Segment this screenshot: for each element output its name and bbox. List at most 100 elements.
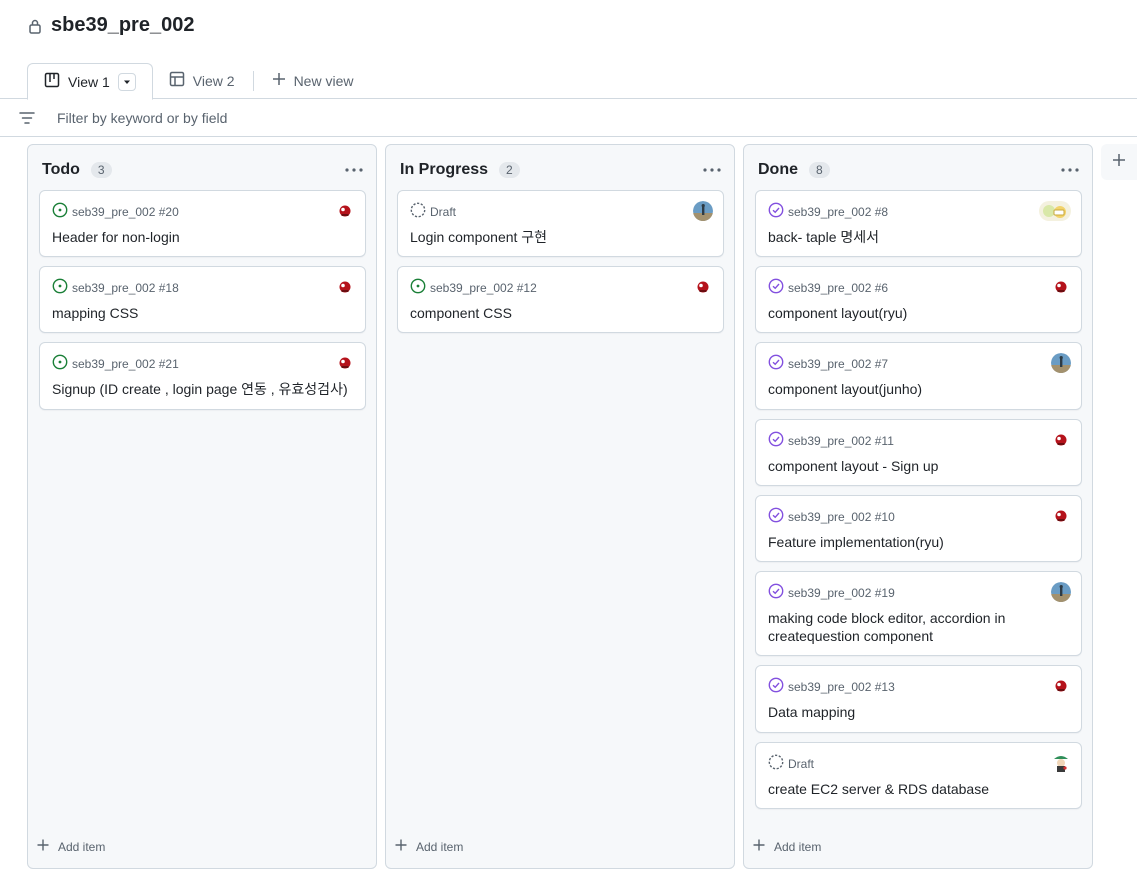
issue-closed-icon bbox=[768, 583, 784, 602]
yellow-cartoon-avatar[interactable] bbox=[1039, 201, 1071, 221]
card-title[interactable]: Signup (ID create , login page 연동 , 유효성검… bbox=[52, 380, 351, 398]
tab-view-1-label: View 1 bbox=[68, 73, 110, 90]
tab-divider bbox=[252, 70, 254, 91]
card-meta: seb39_pre_002 #6 bbox=[768, 278, 888, 297]
card-meta: seb39_pre_002 #18 bbox=[52, 278, 179, 297]
board-card[interactable]: seb39_pre_002 #11 component layout - Sig… bbox=[755, 419, 1082, 486]
card-issue-ref: seb39_pre_002 #20 bbox=[72, 204, 179, 219]
issue-closed-icon bbox=[768, 507, 784, 526]
blue-photo-avatar[interactable] bbox=[1051, 353, 1071, 373]
card-title[interactable]: component layout(junho) bbox=[768, 380, 1067, 398]
filter-icon[interactable] bbox=[19, 110, 35, 126]
card-title[interactable]: Feature implementation(ryu) bbox=[768, 533, 1067, 551]
card-title[interactable]: mapping CSS bbox=[52, 304, 351, 322]
column-more-button[interactable] bbox=[342, 159, 366, 181]
add-item-label: Add item bbox=[774, 839, 822, 854]
card-title[interactable]: Login component 구현 bbox=[410, 228, 709, 246]
red-character-avatar[interactable] bbox=[335, 201, 355, 221]
card-title[interactable]: back- taple 명세서 bbox=[768, 228, 1067, 246]
board-card[interactable]: seb39_pre_002 #8 back- taple 명세서 bbox=[755, 190, 1082, 257]
issue-open-icon bbox=[52, 278, 68, 297]
project-title-row: sbe39_pre_002 bbox=[28, 14, 194, 37]
column-header: Todo 3 bbox=[42, 159, 366, 181]
board-card[interactable]: seb39_pre_002 #7 component layout(junho) bbox=[755, 342, 1082, 410]
red-character-avatar[interactable] bbox=[1051, 277, 1071, 297]
card-issue-ref: seb39_pre_002 #6 bbox=[788, 280, 889, 295]
card-title[interactable]: create EC2 server & RDS database bbox=[768, 780, 1067, 798]
board-card[interactable]: seb39_pre_002 #21 Signup (ID create , lo… bbox=[39, 342, 366, 410]
blue-photo-avatar[interactable] bbox=[1051, 582, 1071, 602]
plus-icon bbox=[395, 839, 407, 854]
board-icon bbox=[44, 72, 60, 91]
plus-icon bbox=[37, 839, 49, 854]
card-title[interactable]: Data mapping bbox=[768, 703, 1067, 721]
card-title[interactable]: making code block editor, accordion in c… bbox=[768, 609, 1067, 645]
column-header: Done 8 bbox=[758, 159, 1082, 181]
board-card[interactable]: seb39_pre_002 #19 making code block edit… bbox=[755, 571, 1082, 656]
card-issue-ref: seb39_pre_002 #10 bbox=[788, 509, 895, 524]
tab-view-2-label: View 2 bbox=[192, 72, 235, 89]
tab-view-1[interactable]: View 1 bbox=[27, 63, 153, 100]
issue-closed-icon bbox=[768, 677, 784, 696]
filter-bar bbox=[0, 98, 1137, 137]
board-card[interactable]: Draft create EC2 server & RDS database bbox=[755, 742, 1082, 809]
board-card[interactable]: seb39_pre_002 #20 Header for non-login bbox=[39, 190, 366, 257]
add-item-button[interactable]: Add item bbox=[395, 839, 463, 854]
board-card[interactable]: seb39_pre_002 #6 component layout(ryu) bbox=[755, 266, 1082, 333]
column-more-button[interactable] bbox=[700, 159, 724, 181]
card-title[interactable]: Header for non-login bbox=[52, 228, 351, 246]
card-issue-ref: seb39_pre_002 #12 bbox=[430, 280, 537, 295]
table-icon bbox=[169, 71, 185, 90]
column-more-button[interactable] bbox=[1058, 159, 1082, 181]
issue-closed-icon bbox=[768, 202, 784, 221]
card-issue-ref: Draft bbox=[788, 756, 815, 771]
kebab-horizontal-icon bbox=[1061, 168, 1079, 172]
red-character-avatar[interactable] bbox=[1051, 506, 1071, 526]
board-card[interactable]: seb39_pre_002 #18 mapping CSS bbox=[39, 266, 366, 333]
column-count-badge: 2 bbox=[499, 162, 520, 178]
board: Todo 3 seb39_pre_002 #20 Header for non-… bbox=[0, 137, 1137, 878]
add-item-label: Add item bbox=[416, 839, 464, 854]
card-meta: seb39_pre_002 #13 bbox=[768, 677, 895, 696]
new-view-button[interactable]: New view bbox=[256, 62, 370, 99]
issue-closed-icon bbox=[768, 278, 784, 297]
issue-open-icon bbox=[52, 354, 68, 373]
board-card[interactable]: seb39_pre_002 #10 Feature implementation… bbox=[755, 495, 1082, 562]
column-todo: Todo 3 seb39_pre_002 #20 Header for non-… bbox=[27, 144, 377, 869]
red-character-avatar[interactable] bbox=[693, 277, 713, 297]
add-item-button[interactable]: Add item bbox=[753, 839, 821, 854]
card-title[interactable]: component layout(ryu) bbox=[768, 304, 1067, 322]
column-in-progress: In Progress 2 Draft Login component 구현 s… bbox=[385, 144, 735, 869]
tab-view-2[interactable]: View 2 bbox=[153, 62, 251, 99]
blue-photo-avatar[interactable] bbox=[693, 201, 713, 221]
add-item-button[interactable]: Add item bbox=[37, 839, 105, 854]
red-character-avatar[interactable] bbox=[1051, 676, 1071, 696]
card-title[interactable]: component CSS bbox=[410, 304, 709, 322]
card-meta: seb39_pre_002 #8 bbox=[768, 202, 888, 221]
card-meta: seb39_pre_002 #12 bbox=[410, 278, 537, 297]
red-character-avatar[interactable] bbox=[335, 353, 355, 373]
kebab-horizontal-icon bbox=[703, 168, 721, 172]
board-card[interactable]: Draft Login component 구현 bbox=[397, 190, 724, 257]
card-meta: seb39_pre_002 #19 bbox=[768, 583, 895, 602]
project-title: sbe39_pre_002 bbox=[51, 14, 195, 36]
green-character-avatar[interactable] bbox=[1051, 753, 1071, 773]
column-name: Done bbox=[758, 161, 798, 178]
red-character-avatar[interactable] bbox=[335, 277, 355, 297]
plus-icon bbox=[753, 839, 765, 854]
view-options-button[interactable] bbox=[117, 72, 136, 91]
board-card[interactable]: seb39_pre_002 #12 component CSS bbox=[397, 266, 724, 333]
column-done: Done 8 seb39_pre_002 #8 back- taple 명세서 … bbox=[743, 144, 1093, 869]
add-column-button[interactable] bbox=[1101, 144, 1137, 180]
filter-input[interactable] bbox=[57, 109, 657, 126]
column-count-badge: 8 bbox=[809, 162, 830, 178]
board-card[interactable]: seb39_pre_002 #13 Data mapping bbox=[755, 665, 1082, 733]
card-issue-ref: seb39_pre_002 #18 bbox=[72, 280, 179, 295]
draft-icon bbox=[410, 202, 426, 221]
add-item-label: Add item bbox=[58, 839, 106, 854]
card-issue-ref: seb39_pre_002 #19 bbox=[788, 585, 895, 600]
red-character-avatar[interactable] bbox=[1051, 430, 1071, 450]
card-title[interactable]: component layout - Sign up bbox=[768, 457, 1067, 475]
issue-open-icon bbox=[410, 278, 426, 297]
card-meta: seb39_pre_002 #11 bbox=[768, 431, 894, 450]
